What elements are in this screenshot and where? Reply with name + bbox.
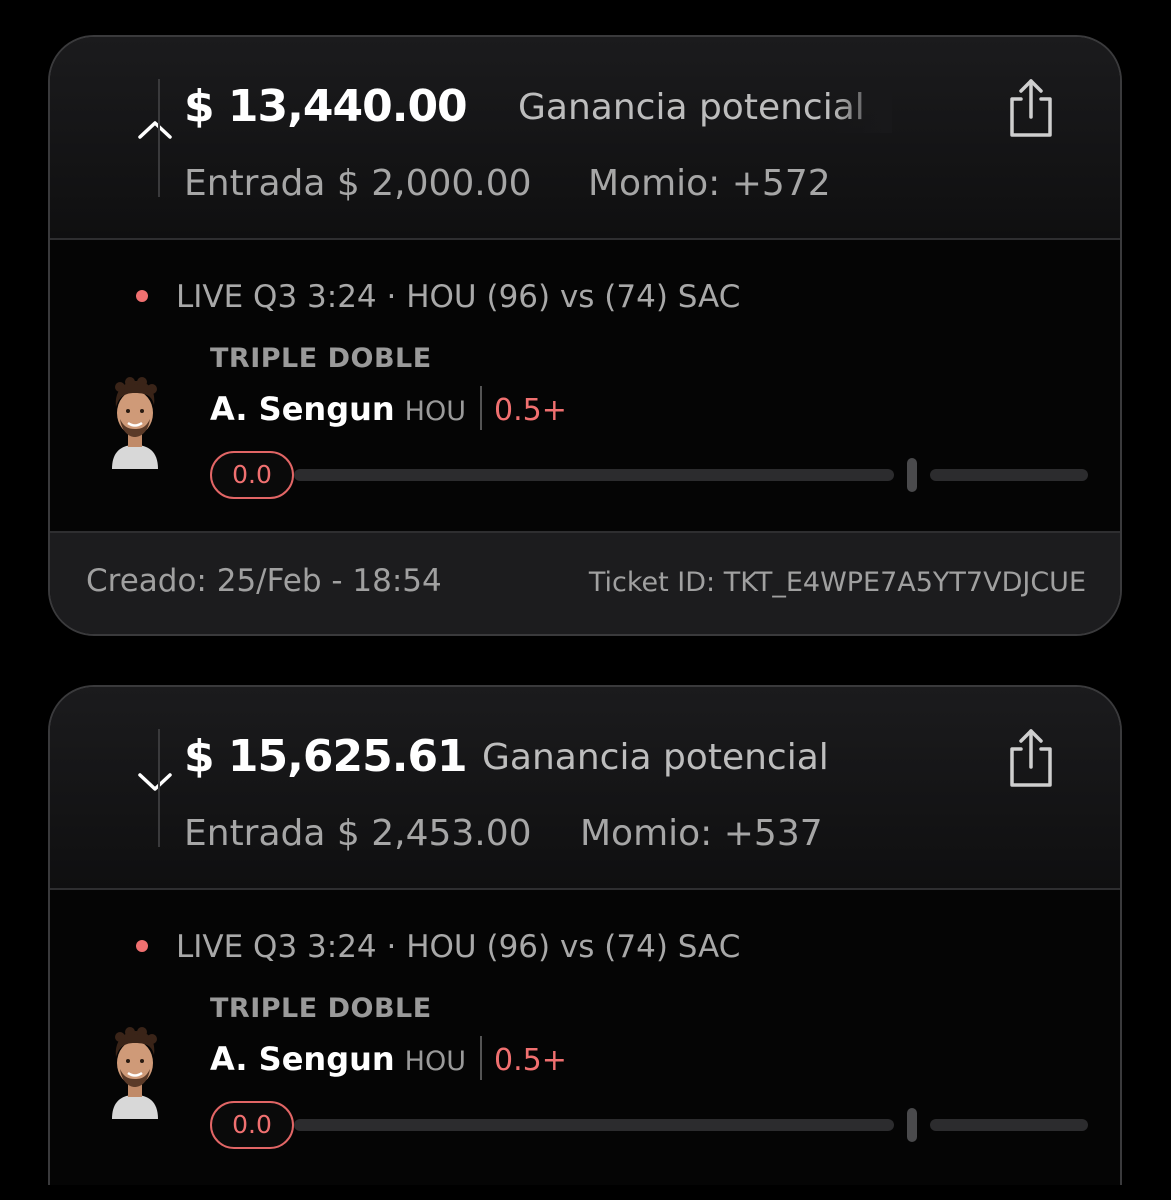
header-divider: [158, 729, 160, 847]
bet-ticket-card: $ 13,440.00 Ganancia potencial Entrada $…: [48, 35, 1122, 636]
potential-payout-amount: $ 13,440.00: [184, 81, 468, 132]
player-team: HOU: [404, 1046, 466, 1077]
odds-value: Momio: +572: [588, 163, 831, 204]
potential-payout-label: Ganancia potencial: [518, 87, 865, 128]
live-indicator-dot: [136, 289, 148, 302]
share-icon[interactable]: [1004, 727, 1058, 789]
live-game-status: LIVE Q3 3:24 · HOU (96) vs (74) SAC: [136, 279, 740, 315]
odds-value: Momio: +537: [580, 813, 823, 854]
player-team: HOU: [404, 396, 466, 427]
line-divider: [479, 386, 482, 430]
ticket-header[interactable]: $ 15,625.61 Ganancia potencial Entrada $…: [50, 687, 1120, 890]
player-avatar: [108, 1027, 162, 1119]
prop-line: 0.5+: [493, 1043, 567, 1078]
progress-track-remainder: [930, 469, 1088, 481]
live-game-text: LIVE Q3 3:24 · HOU (96) vs (74) SAC: [176, 929, 741, 965]
player-avatar: [108, 377, 162, 469]
share-icon[interactable]: [1004, 77, 1058, 139]
progress-value-pill: 0.0: [210, 451, 294, 499]
player-row: A. Sengun HOU 0.5+: [210, 386, 567, 433]
bet-ticket-card: $ 15,625.61 Ganancia potencial Entrada $…: [48, 685, 1122, 1185]
player-name: A. Sengun: [210, 1040, 395, 1078]
potential-payout-amount: $ 15,625.61: [184, 731, 468, 782]
progress-value-pill: 0.0: [210, 1101, 294, 1149]
potential-payout-label: Ganancia potencial: [482, 737, 829, 778]
ticket-header[interactable]: $ 13,440.00 Ganancia potencial Entrada $…: [50, 37, 1120, 240]
stake-amount: Entrada $ 2,453.00: [184, 813, 532, 854]
chevron-down-icon[interactable]: [134, 759, 176, 801]
progress-track: [294, 1119, 894, 1131]
stake-amount: Entrada $ 2,000.00: [184, 163, 532, 204]
progress-target-marker: [907, 458, 917, 492]
created-timestamp: Creado: 25/Feb - 18:54: [86, 563, 442, 599]
ticket-id: Ticket ID: TKT_E4WPE7A5YT7VDJCUE: [588, 567, 1086, 598]
header-divider: [158, 79, 160, 197]
prop-line: 0.5+: [493, 393, 567, 428]
ticket-footer: Creado: 25/Feb - 18:54 Ticket ID: TKT_E4…: [50, 531, 1120, 634]
live-game-status: LIVE Q3 3:24 · HOU (96) vs (74) SAC: [136, 929, 740, 965]
live-indicator-dot: [136, 939, 148, 952]
chevron-up-icon[interactable]: [134, 109, 176, 151]
progress-track: [294, 469, 894, 481]
player-name: A. Sengun: [210, 390, 395, 428]
player-row: A. Sengun HOU 0.5+: [210, 1036, 567, 1083]
line-divider: [479, 1036, 482, 1080]
progress-track-remainder: [930, 1119, 1088, 1131]
live-game-text: LIVE Q3 3:24 · HOU (96) vs (74) SAC: [176, 279, 741, 315]
progress-target-marker: [907, 1108, 917, 1142]
market-name: TRIPLE DOBLE: [210, 343, 432, 374]
label-fade: [832, 83, 892, 133]
market-name: TRIPLE DOBLE: [210, 993, 432, 1024]
